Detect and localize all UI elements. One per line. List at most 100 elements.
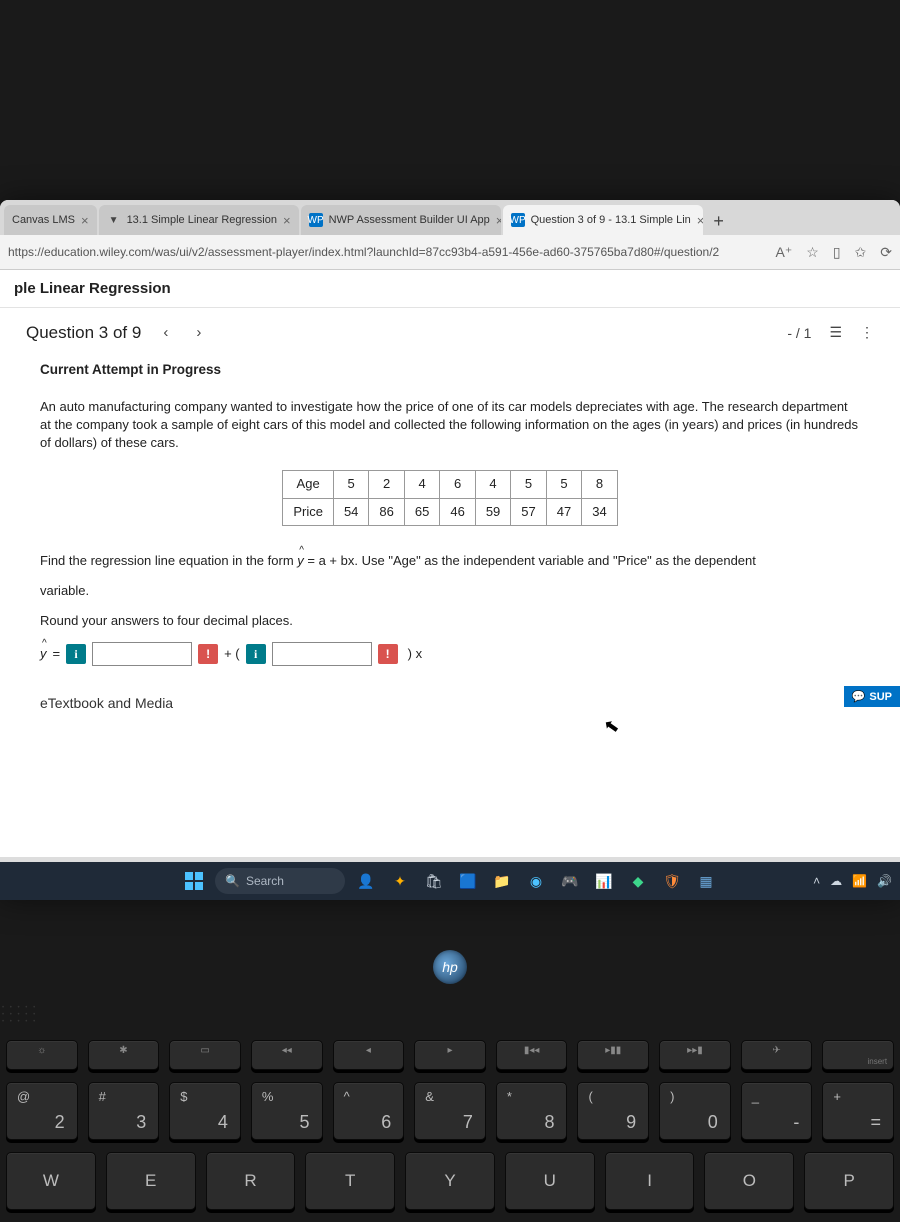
function-key: ▸	[414, 1040, 486, 1070]
slope-input[interactable]	[272, 642, 372, 666]
wifi-icon[interactable]: 📶	[852, 874, 867, 888]
function-key: ▸▸▮	[659, 1040, 731, 1070]
favorite-icon[interactable]: ☆	[806, 244, 819, 261]
taskbar-app-icon[interactable]: ◆	[625, 868, 651, 894]
taskbar-app-icon[interactable]: ✦	[387, 868, 413, 894]
letter-key: W	[6, 1152, 96, 1210]
tab-bar: Canvas LMS × ▼ 13.1 Simple Linear Regres…	[0, 200, 900, 235]
close-icon[interactable]: ×	[697, 213, 703, 228]
favicon-icon: WP	[511, 213, 525, 227]
intercept-input[interactable]	[92, 642, 192, 666]
taskbar-app-icon[interactable]: 🟦	[455, 868, 481, 894]
info-icon[interactable]: i	[246, 644, 266, 664]
favicon-icon: WP	[309, 213, 323, 227]
browser-window: Canvas LMS × ▼ 13.1 Simple Linear Regres…	[0, 200, 900, 900]
support-tab[interactable]: 💬 SUP	[844, 686, 900, 707]
info-icon[interactable]: i	[66, 644, 86, 664]
letter-key: O	[704, 1152, 794, 1210]
number-key: #3	[88, 1082, 160, 1140]
hp-logo: hp	[433, 950, 467, 984]
taskbar-app-icon[interactable]: 🛍	[421, 868, 447, 894]
letter-key: Y	[405, 1152, 495, 1210]
more-icon[interactable]: ⋮	[860, 324, 874, 341]
warning-icon[interactable]: !	[198, 644, 218, 664]
attempt-status: Current Attempt in Progress	[40, 361, 860, 380]
function-key: ▭	[169, 1040, 241, 1070]
y-hat-symbol: ^ y	[40, 645, 47, 663]
tab-label: 13.1 Simple Linear Regression	[127, 214, 277, 226]
read-aloud-icon[interactable]: A⁺	[776, 244, 793, 261]
etextbook-link[interactable]: eTextbook and Media	[40, 694, 860, 714]
number-key: @2	[6, 1082, 78, 1140]
letter-key: E	[106, 1152, 196, 1210]
instruction-line-2: Round your answers to four decimal place…	[40, 612, 860, 630]
sync-icon[interactable]: ⟳	[880, 244, 892, 261]
new-tab-button[interactable]: +	[705, 207, 733, 235]
chat-icon: 💬	[852, 690, 866, 703]
number-key: %5	[251, 1082, 323, 1140]
number-key: &7	[414, 1082, 486, 1140]
question-counter: Question 3 of 9	[26, 323, 141, 343]
system-tray[interactable]: ˄ ☁ 📶 🔊	[813, 874, 892, 888]
search-placeholder: Search	[246, 874, 284, 888]
function-key: ◂	[333, 1040, 405, 1070]
taskbar-search[interactable]: 🔍 Search	[215, 868, 345, 894]
chevron-up-icon[interactable]: ˄	[813, 874, 820, 888]
taskbar-app-icon[interactable]: 🎮	[557, 868, 583, 894]
address-bar: https://education.wiley.com/was/ui/v2/as…	[0, 235, 900, 270]
function-key: ✈	[741, 1040, 813, 1070]
taskbar-app-icon[interactable]: ◉	[523, 868, 549, 894]
question-bar: Question 3 of 9 ‹ › - / 1 ☰ ⋮	[0, 308, 900, 353]
volume-icon[interactable]: 🔊	[877, 874, 892, 888]
close-icon[interactable]: ×	[283, 213, 291, 228]
letter-key: U	[505, 1152, 595, 1210]
equals-sign: =	[53, 645, 61, 663]
row-header: Age	[283, 471, 334, 498]
address-actions: A⁺ ☆ ▯ ✩ ⟳	[776, 244, 892, 261]
letter-key: I	[605, 1152, 695, 1210]
number-key: $4	[169, 1082, 241, 1140]
tab-nwp-builder[interactable]: WP NWP Assessment Builder UI App ×	[301, 205, 501, 235]
table-row: Price 54 86 65 46 59 57 47 34	[283, 498, 617, 525]
tab-question-active[interactable]: WP Question 3 of 9 - 13.1 Simple Lin ×	[503, 205, 703, 235]
taskbar-app-icon[interactable]: 📊	[591, 868, 617, 894]
warning-icon[interactable]: !	[378, 644, 398, 664]
number-key: ^6	[333, 1082, 405, 1140]
instruction-line-1c: variable.	[40, 582, 860, 600]
close-paren-x: ) x	[408, 645, 422, 663]
question-body: Current Attempt in Progress An auto manu…	[0, 353, 900, 857]
list-icon[interactable]: ☰	[829, 324, 842, 341]
table-row: Age 5 2 4 6 4 5 5 8	[283, 471, 617, 498]
speaker-grille: • • • • • • • • • • • • • • •	[2, 1005, 37, 1026]
search-icon: 🔍	[225, 874, 240, 888]
taskbar-app-icon[interactable]: 📁	[489, 868, 515, 894]
split-screen-icon[interactable]: ▯	[833, 244, 841, 261]
function-key: ◂◂	[251, 1040, 323, 1070]
close-icon[interactable]: ×	[81, 213, 89, 228]
close-icon[interactable]: ×	[496, 213, 501, 228]
function-key: ▸▮▮	[577, 1040, 649, 1070]
row-header: Price	[283, 498, 334, 525]
question-prompt: An auto manufacturing company wanted to …	[40, 398, 860, 453]
cloud-icon[interactable]: ☁	[830, 874, 842, 888]
collections-icon[interactable]: ✩	[855, 244, 867, 261]
keyboard: ☼✱▭◂◂◂▸▮◂◂▸▮▮▸▸▮✈insert @2#3$4%5^6&7*8(9…	[0, 1040, 900, 1222]
plus-open-paren: + (	[224, 645, 240, 663]
y-hat-symbol: ^ y	[297, 552, 304, 570]
taskbar-app-icon[interactable]: 👤	[353, 868, 379, 894]
data-table: Age 5 2 4 6 4 5 5 8 Price 54 86 65 46 59…	[282, 470, 617, 525]
next-question-button[interactable]: ›	[190, 322, 207, 343]
windows-taskbar: 🔍 Search 👤 ✦ 🛍 🟦 📁 ◉ 🎮 📊 ◆ 🛡 ▦ ˄ ☁ 📶 🔊	[0, 862, 900, 900]
tab-canvas[interactable]: Canvas LMS ×	[4, 205, 97, 235]
taskbar-app-icon[interactable]: ▦	[693, 868, 719, 894]
taskbar-app-icon[interactable]: 🛡	[659, 868, 685, 894]
tab-label: Question 3 of 9 - 13.1 Simple Lin	[531, 214, 691, 226]
url-field[interactable]: https://education.wiley.com/was/ui/v2/as…	[8, 245, 776, 259]
function-key: ✱	[88, 1040, 160, 1070]
function-key: insert	[822, 1040, 894, 1070]
number-key: _-	[741, 1082, 813, 1140]
prev-question-button[interactable]: ‹	[157, 322, 174, 343]
tab-regression[interactable]: ▼ 13.1 Simple Linear Regression ×	[99, 205, 299, 235]
start-button[interactable]	[181, 868, 207, 894]
number-key: *8	[496, 1082, 568, 1140]
